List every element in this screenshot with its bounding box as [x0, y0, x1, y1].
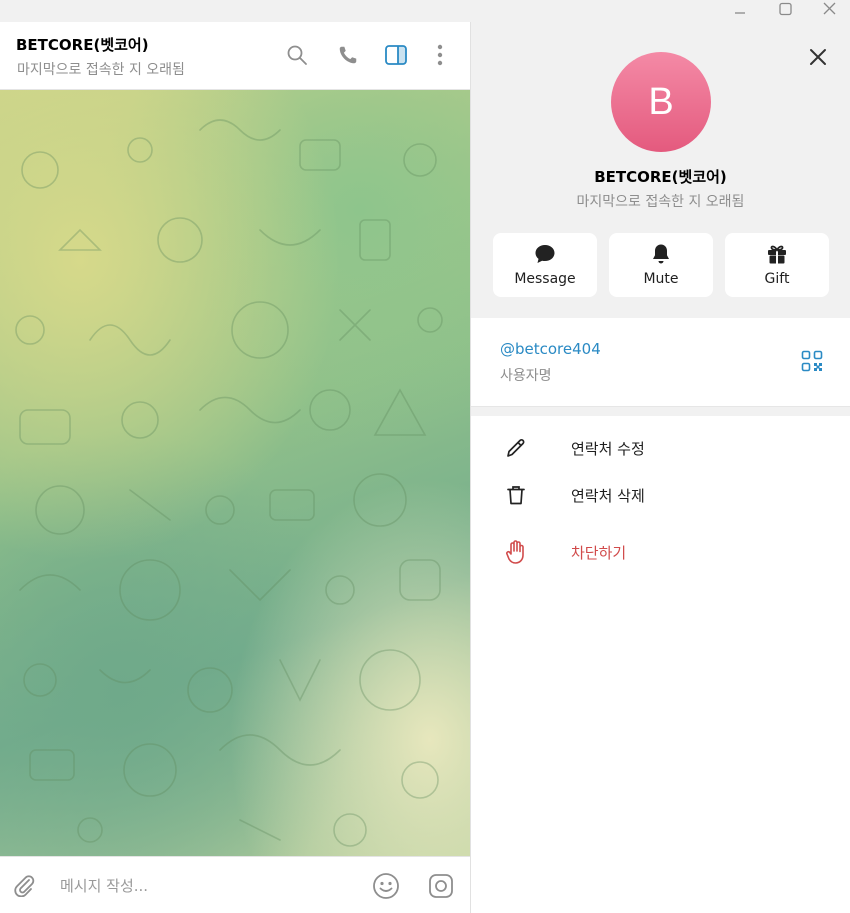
profile-name: BETCORE(벳코어): [594, 168, 727, 186]
message-input[interactable]: [60, 875, 340, 897]
sidebar-toggle-icon[interactable]: [383, 42, 409, 68]
search-icon[interactable]: [284, 42, 310, 68]
block-user-item[interactable]: 차단하기: [471, 529, 850, 573]
profile-header: B BETCORE(벳코어) 마지막으로 접속한 지 오래됨 Message M…: [471, 22, 850, 318]
chat-wallpaper: [0, 90, 470, 856]
bell-icon: [649, 242, 673, 266]
username-row[interactable]: @betcore404 사용자명: [471, 318, 850, 406]
emoji-icon[interactable]: [371, 871, 401, 901]
delete-contact-label: 연락처 삭제: [571, 487, 645, 505]
message-composer: [0, 856, 470, 913]
window-titlebar: [0, 0, 850, 22]
trash-icon: [503, 482, 529, 508]
avatar[interactable]: B: [611, 52, 711, 152]
hand-block-icon: [503, 539, 529, 565]
gift-button-label: Gift: [764, 271, 790, 287]
message-bubble-icon: [533, 242, 557, 266]
maximize-icon[interactable]: [767, 0, 803, 18]
chat-title[interactable]: BETCORE(벳코어): [16, 34, 149, 55]
chat-panel: BETCORE(벳코어) 마지막으로 접속한 지 오래됨: [0, 22, 470, 913]
section-separator: [471, 406, 850, 416]
doodle-pattern: [15, 119, 443, 847]
window-close-icon[interactable]: [811, 0, 847, 18]
edit-contact-label: 연락처 수정: [571, 440, 645, 458]
gift-icon: [765, 242, 789, 266]
edit-contact-item[interactable]: 연락처 수정: [471, 425, 850, 469]
message-button-label: Message: [514, 271, 576, 287]
paperclip-icon[interactable]: [10, 871, 38, 899]
mute-button-label: Mute: [643, 271, 679, 287]
profile-status: 마지막으로 접속한 지 오래됨: [576, 194, 745, 210]
gift-button[interactable]: Gift: [725, 233, 829, 297]
message-button[interactable]: Message: [493, 233, 597, 297]
username-link[interactable]: @betcore404: [500, 340, 601, 358]
phone-icon[interactable]: [335, 42, 361, 68]
more-vertical-icon[interactable]: [427, 42, 453, 68]
close-profile-icon[interactable]: [805, 44, 831, 70]
mute-button[interactable]: Mute: [609, 233, 713, 297]
username-caption: 사용자명: [500, 368, 552, 384]
qr-code-icon[interactable]: [799, 348, 825, 374]
minimize-icon[interactable]: [722, 0, 758, 18]
delete-contact-item[interactable]: 연락처 삭제: [471, 472, 850, 516]
block-user-label: 차단하기: [571, 544, 627, 562]
pencil-icon: [503, 435, 529, 461]
avatar-letter: B: [648, 80, 674, 123]
profile-panel: B BETCORE(벳코어) 마지막으로 접속한 지 오래됨 Message M…: [471, 22, 850, 913]
chat-header: BETCORE(벳코어) 마지막으로 접속한 지 오래됨: [0, 22, 470, 90]
camera-icon[interactable]: [426, 871, 456, 901]
chat-status: 마지막으로 접속한 지 오래됨: [17, 62, 185, 78]
